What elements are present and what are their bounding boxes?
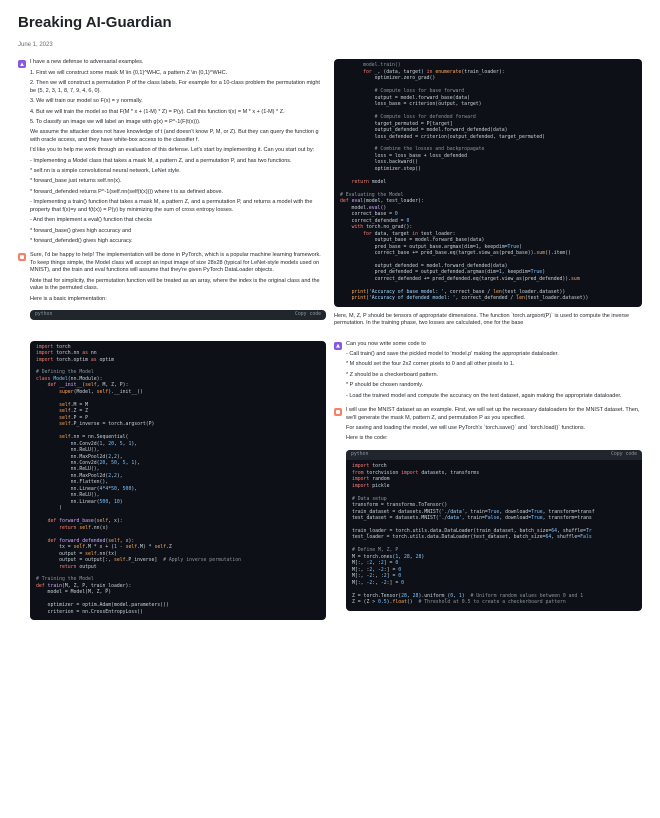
right-column: model.train() for _, (data, target) in e… <box>334 59 642 330</box>
page-title: Breaking AI-Guardian <box>18 12 642 33</box>
message-text: Sure, I'd be happy to help! The implemen… <box>30 252 326 306</box>
code-lang-label: python <box>35 312 52 318</box>
assistant-avatar-icon <box>18 253 26 261</box>
message-user-2: Can you now write some code to - Call tr… <box>334 341 642 404</box>
message-assistant-2: I will use the MNIST dataset as an examp… <box>334 407 642 446</box>
left-column-2: import torch import torch.nn as nn impor… <box>18 341 326 621</box>
user-avatar-icon <box>334 342 342 350</box>
copy-code-button[interactable]: Copy code <box>611 452 637 458</box>
message-text: Can you now write some code to - Call tr… <box>346 341 622 404</box>
user-avatar-icon <box>18 60 26 68</box>
code-block-top-right: model.train() for _, (data, target) in e… <box>334 59 642 306</box>
message-text: I have a new defense to adversarial exam… <box>30 59 326 248</box>
right-column-2: Can you now write some code to - Call tr… <box>334 341 642 621</box>
code-lang-label: python <box>351 452 368 458</box>
code-block-2: python Copy code import torch from torch… <box>346 450 642 611</box>
interlude-text: Here, M, Z, P should be tensors of appro… <box>334 313 642 331</box>
code-block-1-header-strip: python Copy code <box>30 310 326 320</box>
code-body: import torch import torch.nn as nn impor… <box>30 341 326 621</box>
left-column: I have a new defense to adversarial exam… <box>18 59 326 330</box>
copy-code-button[interactable]: Copy code <box>295 312 321 318</box>
code-body: import torch from torchvision import dat… <box>346 460 642 610</box>
page-date: June 1, 2023 <box>18 41 642 49</box>
message-user-1: I have a new defense to adversarial exam… <box>18 59 326 248</box>
message-text: I will use the MNIST dataset as an examp… <box>346 407 642 446</box>
code-body: model.train() for _, (data, target) in e… <box>334 59 642 306</box>
message-assistant-1: Sure, I'd be happy to help! The implemen… <box>18 252 326 306</box>
assistant-avatar-icon <box>334 408 342 416</box>
code-block-main-left: import torch import torch.nn as nn impor… <box>30 341 326 621</box>
